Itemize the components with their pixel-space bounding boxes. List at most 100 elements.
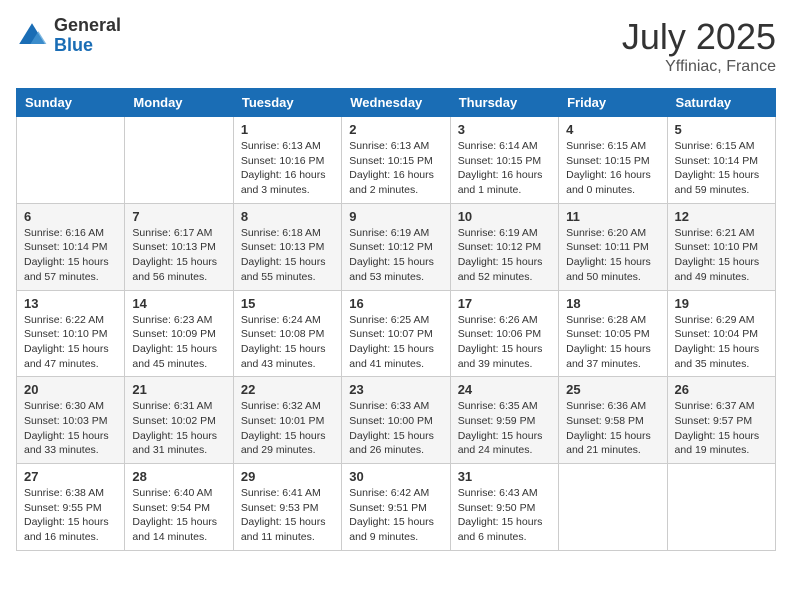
day-info: Sunrise: 6:23 AMSunset: 10:09 PMDaylight… — [132, 313, 225, 372]
day-info: Sunrise: 6:13 AMSunset: 10:16 PMDaylight… — [241, 139, 334, 198]
calendar-day-header: Tuesday — [233, 89, 341, 117]
day-number: 1 — [241, 122, 334, 137]
calendar-week-row: 27 Sunrise: 6:38 AMSunset: 9:55 PMDayligh… — [17, 464, 776, 551]
logo-blue-text: Blue — [54, 36, 121, 56]
day-info: Sunrise: 6:33 AMSunset: 10:00 PMDaylight… — [349, 399, 442, 458]
day-info: Sunrise: 6:42 AMSunset: 9:51 PMDaylight:… — [349, 486, 442, 545]
calendar-cell: 7 Sunrise: 6:17 AMSunset: 10:13 PMDayligh… — [125, 203, 233, 290]
day-info: Sunrise: 6:20 AMSunset: 10:11 PMDaylight… — [566, 226, 659, 285]
calendar-day-header: Sunday — [17, 89, 125, 117]
calendar-cell: 8 Sunrise: 6:18 AMSunset: 10:13 PMDayligh… — [233, 203, 341, 290]
day-number: 6 — [24, 209, 117, 224]
calendar: SundayMondayTuesdayWednesdayThursdayFrid… — [16, 88, 776, 551]
day-number: 31 — [458, 469, 551, 484]
day-number: 30 — [349, 469, 442, 484]
calendar-cell: 6 Sunrise: 6:16 AMSunset: 10:14 PMDayligh… — [17, 203, 125, 290]
day-number: 28 — [132, 469, 225, 484]
calendar-cell: 4 Sunrise: 6:15 AMSunset: 10:15 PMDayligh… — [559, 117, 667, 204]
day-info: Sunrise: 6:32 AMSunset: 10:01 PMDaylight… — [241, 399, 334, 458]
day-number: 9 — [349, 209, 442, 224]
logo-icon — [16, 20, 48, 52]
day-number: 21 — [132, 382, 225, 397]
calendar-cell: 10 Sunrise: 6:19 AMSunset: 10:12 PMDaylig… — [450, 203, 558, 290]
calendar-day-header: Wednesday — [342, 89, 450, 117]
day-number: 25 — [566, 382, 659, 397]
calendar-cell: 5Sunrise: 6:15 AMSunset: 10:14 PMDayligh… — [667, 117, 775, 204]
calendar-cell: 19Sunrise: 6:29 AMSunset: 10:04 PMDaylig… — [667, 290, 775, 377]
day-number: 5 — [675, 122, 768, 137]
day-info: Sunrise: 6:22 AMSunset: 10:10 PMDaylight… — [24, 313, 117, 372]
day-number: 20 — [24, 382, 117, 397]
calendar-cell: 22 Sunrise: 6:32 AMSunset: 10:01 PMDaylig… — [233, 377, 341, 464]
day-number: 12 — [675, 209, 768, 224]
day-number: 13 — [24, 296, 117, 311]
day-info: Sunrise: 6:40 AMSunset: 9:54 PMDaylight:… — [132, 486, 225, 545]
day-number: 16 — [349, 296, 442, 311]
day-number: 27 — [24, 469, 117, 484]
calendar-week-row: 1 Sunrise: 6:13 AMSunset: 10:16 PMDayligh… — [17, 117, 776, 204]
day-info: Sunrise: 6:31 AMSunset: 10:02 PMDaylight… — [132, 399, 225, 458]
calendar-cell: 13 Sunrise: 6:22 AMSunset: 10:10 PMDaylig… — [17, 290, 125, 377]
calendar-cell: 28 Sunrise: 6:40 AMSunset: 9:54 PMDayligh… — [125, 464, 233, 551]
calendar-week-row: 6 Sunrise: 6:16 AMSunset: 10:14 PMDayligh… — [17, 203, 776, 290]
calendar-day-header: Friday — [559, 89, 667, 117]
day-number: 26 — [675, 382, 768, 397]
day-number: 3 — [458, 122, 551, 137]
calendar-week-row: 20 Sunrise: 6:30 AMSunset: 10:03 PMDaylig… — [17, 377, 776, 464]
calendar-cell: 26Sunrise: 6:37 AMSunset: 9:57 PMDayligh… — [667, 377, 775, 464]
day-info: Sunrise: 6:19 AMSunset: 10:12 PMDaylight… — [458, 226, 551, 285]
day-number: 2 — [349, 122, 442, 137]
day-info: Sunrise: 6:28 AMSunset: 10:05 PMDaylight… — [566, 313, 659, 372]
calendar-cell: 25 Sunrise: 6:36 AMSunset: 9:58 PMDayligh… — [559, 377, 667, 464]
calendar-cell: 24Sunrise: 6:35 AMSunset: 9:59 PMDayligh… — [450, 377, 558, 464]
calendar-day-header: Saturday — [667, 89, 775, 117]
day-number: 10 — [458, 209, 551, 224]
month-title: July 2025 — [622, 16, 776, 58]
calendar-cell: 9 Sunrise: 6:19 AMSunset: 10:12 PMDayligh… — [342, 203, 450, 290]
day-info: Sunrise: 6:18 AMSunset: 10:13 PMDaylight… — [241, 226, 334, 285]
day-info: Sunrise: 6:29 AMSunset: 10:04 PMDaylight… — [675, 313, 768, 372]
day-number: 17 — [458, 296, 551, 311]
calendar-cell — [667, 464, 775, 551]
day-number: 4 — [566, 122, 659, 137]
day-info: Sunrise: 6:19 AMSunset: 10:12 PMDaylight… — [349, 226, 442, 285]
calendar-cell: 30 Sunrise: 6:42 AMSunset: 9:51 PMDayligh… — [342, 464, 450, 551]
calendar-cell — [559, 464, 667, 551]
calendar-cell — [17, 117, 125, 204]
day-info: Sunrise: 6:16 AMSunset: 10:14 PMDaylight… — [24, 226, 117, 285]
day-number: 23 — [349, 382, 442, 397]
day-number: 7 — [132, 209, 225, 224]
day-number: 15 — [241, 296, 334, 311]
logo-general-text: General — [54, 16, 121, 36]
calendar-cell — [125, 117, 233, 204]
calendar-cell: 14 Sunrise: 6:23 AMSunset: 10:09 PMDaylig… — [125, 290, 233, 377]
calendar-cell: 17Sunrise: 6:26 AMSunset: 10:06 PMDaylig… — [450, 290, 558, 377]
calendar-cell: 11 Sunrise: 6:20 AMSunset: 10:11 PMDaylig… — [559, 203, 667, 290]
location: Yffiniac, France — [622, 58, 776, 76]
day-info: Sunrise: 6:41 AMSunset: 9:53 PMDaylight:… — [241, 486, 334, 545]
calendar-cell: 21 Sunrise: 6:31 AMSunset: 10:02 PMDaylig… — [125, 377, 233, 464]
day-number: 14 — [132, 296, 225, 311]
day-number: 22 — [241, 382, 334, 397]
calendar-cell: 1 Sunrise: 6:13 AMSunset: 10:16 PMDayligh… — [233, 117, 341, 204]
day-info: Sunrise: 6:38 AMSunset: 9:55 PMDaylight:… — [24, 486, 117, 545]
calendar-cell: 16Sunrise: 6:25 AMSunset: 10:07 PMDaylig… — [342, 290, 450, 377]
day-info: Sunrise: 6:17 AMSunset: 10:13 PMDaylight… — [132, 226, 225, 285]
day-info: Sunrise: 6:21 AMSunset: 10:10 PMDaylight… — [675, 226, 768, 285]
day-info: Sunrise: 6:14 AMSunset: 10:15 PMDaylight… — [458, 139, 551, 198]
day-info: Sunrise: 6:30 AMSunset: 10:03 PMDaylight… — [24, 399, 117, 458]
day-info: Sunrise: 6:43 AMSunset: 9:50 PMDaylight:… — [458, 486, 551, 545]
logo-text: General Blue — [54, 16, 121, 56]
day-info: Sunrise: 6:36 AMSunset: 9:58 PMDaylight:… — [566, 399, 659, 458]
calendar-cell: 3 Sunrise: 6:14 AMSunset: 10:15 PMDayligh… — [450, 117, 558, 204]
day-number: 24 — [458, 382, 551, 397]
calendar-cell: 27 Sunrise: 6:38 AMSunset: 9:55 PMDayligh… — [17, 464, 125, 551]
calendar-cell: 23 Sunrise: 6:33 AMSunset: 10:00 PMDaylig… — [342, 377, 450, 464]
calendar-header-row: SundayMondayTuesdayWednesdayThursdayFrid… — [17, 89, 776, 117]
day-info: Sunrise: 6:15 AMSunset: 10:15 PMDaylight… — [566, 139, 659, 198]
calendar-cell: 31 Sunrise: 6:43 AMSunset: 9:50 PMDayligh… — [450, 464, 558, 551]
calendar-cell: 2Sunrise: 6:13 AMSunset: 10:15 PMDayligh… — [342, 117, 450, 204]
calendar-cell: 18Sunrise: 6:28 AMSunset: 10:05 PMDaylig… — [559, 290, 667, 377]
day-number: 8 — [241, 209, 334, 224]
day-number: 11 — [566, 209, 659, 224]
